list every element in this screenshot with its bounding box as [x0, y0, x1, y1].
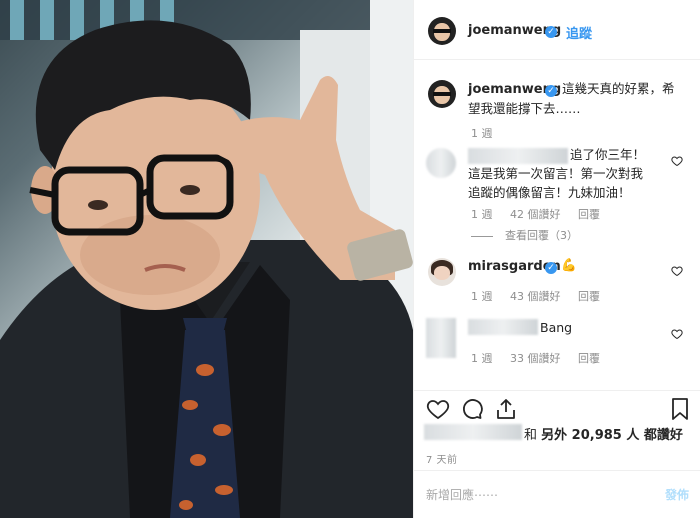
comment-likes[interactable]: 42 個讚好 [510, 208, 561, 221]
comment-meta: 1 週 42 個讚好 回覆 [471, 206, 614, 222]
comment-reply-button[interactable]: 回覆 [578, 352, 600, 365]
comment-text-line1: 追了你三年！ [570, 147, 646, 162]
author-avatar[interactable] [428, 17, 456, 45]
hidden-avatar [426, 148, 456, 178]
commenter-avatar[interactable] [428, 258, 456, 286]
comments-list: joemanweng ✓ 這幾天真的好累，希 望我還能撐下去…… 1 週 追了你… [414, 60, 700, 390]
hidden-username [468, 148, 568, 164]
likes-summary[interactable]: 和 另外 20,985 人 都讚好 [524, 424, 683, 443]
post-comment-button[interactable]: 發佈 [665, 486, 689, 503]
comment-meta: 1 週 43 個讚好 回覆 [471, 288, 614, 304]
comment-emoji: 💪 [561, 257, 577, 272]
view-replies-button[interactable]: 查看回覆（3） [471, 227, 578, 243]
verified-badge-icon: ✓ [545, 26, 557, 38]
verified-badge-icon: ✓ [545, 262, 557, 274]
post-photo[interactable] [0, 0, 413, 518]
hidden-liker-name [424, 424, 522, 440]
likes-count-text[interactable]: 另外 20,985 人 都讚好 [541, 428, 683, 443]
comment-meta: 1 週 33 個讚好 回覆 [471, 350, 614, 366]
comment-like-icon[interactable] [671, 328, 683, 340]
comment-reply-button[interactable]: 回覆 [578, 208, 600, 221]
comment-time[interactable]: 1 週 [471, 290, 493, 303]
comment-icon[interactable] [460, 397, 484, 421]
like-icon[interactable] [426, 397, 450, 421]
instagram-post-view: joemanweng ✓ 追蹤 joemanweng ✓ 這幾天真的好累，希 望… [0, 0, 700, 518]
bookmark-icon[interactable] [668, 397, 692, 421]
comment-text-line2: 這是我第一次留言！第一次對我 [468, 166, 644, 181]
comment-like-icon[interactable] [671, 155, 683, 167]
selfie-illustration [0, 0, 413, 518]
follow-button[interactable]: 追蹤 [566, 23, 592, 42]
caption-avatar[interactable] [428, 80, 456, 108]
comment-reply-button[interactable]: 回覆 [578, 290, 600, 303]
posted-time[interactable]: 7 天前 [426, 451, 458, 466]
comment-input[interactable]: 新增回應⋯⋯ [426, 486, 498, 503]
comment-text: Bang [540, 320, 573, 335]
likes-joiner: 和 [524, 428, 538, 443]
add-comment-bar: 新增回應⋯⋯ 發佈 [414, 470, 700, 518]
caption-time[interactable]: 1 週 [471, 125, 493, 141]
caption-text-line1: 這幾天真的好累，希 [562, 81, 675, 96]
comment-likes[interactable]: 43 個讚好 [510, 290, 561, 303]
comment-likes[interactable]: 33 個讚好 [510, 352, 561, 365]
post-sidebar: joemanweng ✓ 追蹤 joemanweng ✓ 這幾天真的好累，希 望… [413, 0, 700, 518]
comment-like-icon[interactable] [671, 265, 683, 277]
post-header: joemanweng ✓ 追蹤 [414, 0, 700, 60]
comment-time[interactable]: 1 週 [471, 208, 493, 221]
caption-text-line2: 望我還能撐下去…… [468, 101, 581, 116]
hidden-avatar [426, 318, 456, 358]
share-icon[interactable] [494, 397, 518, 421]
verified-badge-icon: ✓ [545, 85, 557, 97]
comment-time[interactable]: 1 週 [471, 352, 493, 365]
hidden-username [468, 319, 538, 335]
comment-text-line3: 追蹤的偶像留言！九妹加油！ [468, 185, 631, 200]
